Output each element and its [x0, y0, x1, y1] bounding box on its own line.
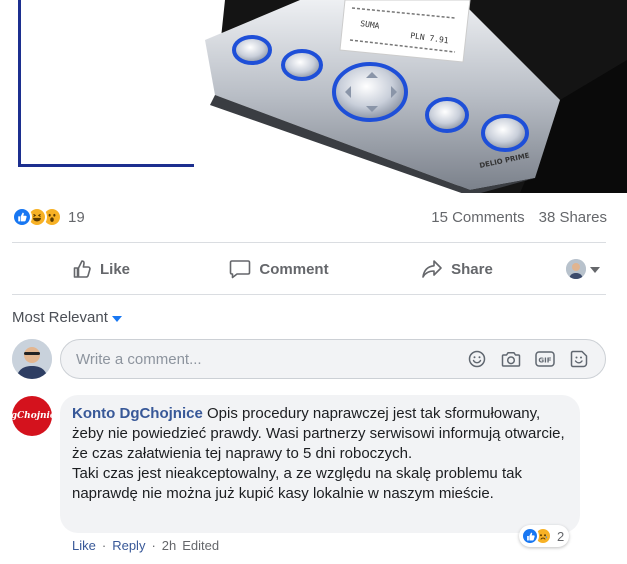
printer-button-1 — [232, 35, 272, 65]
comment-bubble: Konto DgChojnice Opis procedury naprawcz… — [60, 395, 580, 533]
composer-icons: GIF — [465, 347, 605, 371]
comment-button[interactable]: Comment — [190, 246, 368, 292]
printer-button-power — [481, 114, 529, 152]
like-button-label: Like — [99, 260, 130, 278]
share-button[interactable]: Share — [368, 246, 546, 292]
divider-top — [12, 242, 606, 243]
comment-button-label: Comment — [259, 260, 329, 278]
comment-like-link[interactable]: Like — [72, 538, 96, 553]
comment-reply-link[interactable]: Reply — [112, 538, 145, 553]
gif-icon[interactable]: GIF — [533, 347, 557, 371]
comment-input-box[interactable]: Write a comment... GIF — [60, 339, 606, 379]
fiscal-printer-illustration: SUMA PLN 7.91 DELIO PRIME — [205, 0, 627, 193]
comment-input[interactable]: Write a comment... — [76, 351, 465, 368]
thumbs-up-icon — [72, 259, 92, 279]
camera-icon[interactable] — [499, 347, 523, 371]
comment-icon — [229, 259, 251, 279]
comment-timestamp[interactable]: 2h — [162, 538, 176, 553]
sticker-icon[interactable] — [567, 347, 591, 371]
comment-reaction-count: 2 — [557, 528, 565, 544]
profile-avatar-small — [566, 259, 586, 279]
comment-edited-label[interactable]: Edited — [182, 538, 219, 553]
printer-button-ok — [425, 97, 469, 133]
comments-count-link[interactable]: 15 Comments — [431, 209, 524, 226]
commenter-avatar[interactable]: DgChojnice — [12, 396, 52, 436]
like-button[interactable]: Like — [12, 246, 190, 292]
share-button-label: Share — [451, 260, 493, 278]
sort-label: Most Relevant — [12, 309, 108, 326]
post-action-bar: Like Comment Share — [12, 246, 606, 292]
reaction-count[interactable]: 19 — [68, 209, 85, 226]
share-icon — [421, 259, 443, 279]
current-user-avatar[interactable] — [12, 339, 52, 379]
separator-dot: · — [101, 538, 107, 553]
comment-author-link[interactable]: Konto DgChojnice — [72, 405, 203, 422]
comment-actions: Like · Reply · 2h Edited — [72, 538, 219, 553]
emoji-icon[interactable] — [465, 347, 489, 371]
like-reaction-icon — [12, 207, 32, 227]
shares-count-link[interactable]: 38 Shares — [539, 209, 607, 226]
divider-bottom — [12, 294, 606, 295]
like-reaction-icon — [521, 527, 539, 545]
separator-dot: · — [151, 538, 156, 553]
comment-sort-dropdown[interactable]: Most Relevant — [12, 309, 122, 326]
audience-selector[interactable] — [546, 259, 606, 279]
svg-text:GIF: GIF — [538, 356, 551, 364]
chevron-down-icon — [590, 260, 600, 278]
printer-button-2 — [281, 49, 323, 81]
dgchojnice-logo: DgChojnice — [12, 411, 52, 421]
comment-reactions[interactable]: 2 — [519, 525, 570, 547]
post-counts: 15 Comments 38 Shares — [431, 209, 607, 226]
reactions-summary[interactable]: 19 — [12, 206, 85, 228]
post-image[interactable]: SUMA PLN 7.91 DELIO PRIME — [0, 0, 627, 193]
caret-down-icon — [111, 315, 122, 322]
